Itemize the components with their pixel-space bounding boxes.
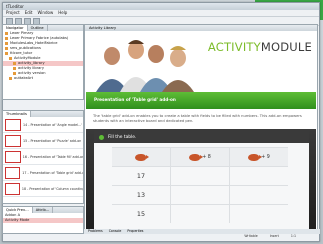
editor-pane: Activity Library ACTIVITYMODULE Presenta… [84, 24, 318, 231]
status-insert: Insert [269, 234, 279, 238]
activity-banner: ACTIVITYMODULE [86, 32, 316, 92]
table-row: 17 [112, 166, 288, 185]
thumbnail-item[interactable]: 16 - Presentation of 'Table fill' add-on [3, 149, 83, 165]
slide-preview [5, 134, 21, 147]
menu-bar: Project Edit Window Help [3, 10, 319, 17]
tab-activity-library[interactable]: Activity Library [89, 26, 116, 30]
table-row: 13 [112, 185, 288, 204]
exercise-header: Fill the table. [94, 131, 309, 143]
menu-window[interactable]: Window [37, 10, 53, 16]
answer-cell[interactable] [229, 186, 288, 204]
folder-icon [5, 31, 8, 35]
editor-tabs: Activity Library [85, 25, 317, 31]
answer-cell[interactable] [229, 167, 288, 185]
answer-cell[interactable] [170, 167, 229, 185]
tab-thumbnails[interactable]: Thumbnails [3, 111, 31, 117]
exercise-card: Fill the table. + 8 + 9 17 13 15 [94, 131, 309, 229]
folder-icon [5, 46, 8, 50]
exercise-stage: Fill the table. + 8 + 9 17 13 15 [86, 129, 316, 229]
exercise-title: Fill the table. [108, 134, 137, 140]
bird-icon [189, 153, 204, 161]
status-position: 1:1 [290, 234, 296, 238]
slide-preview [5, 182, 20, 195]
attribute-item-selected[interactable]: Activity Mode [3, 218, 83, 223]
row-value: 17 [136, 172, 146, 180]
menu-edit[interactable]: Edit [25, 10, 33, 16]
answer-cell[interactable] [170, 205, 229, 223]
slide-preview [5, 118, 21, 131]
header-cell [112, 148, 170, 166]
students-photo [90, 32, 200, 92]
row-value: 15 [136, 210, 146, 218]
window-title: tTLeditor [3, 3, 319, 10]
page-title: Presentation of 'Table grid' add-on [94, 97, 176, 102]
folder-icon [9, 56, 12, 60]
file-icon [13, 66, 16, 70]
header-cell: + 8 [170, 148, 229, 166]
tree-item[interactable]: outtakeArt [3, 76, 83, 81]
file-icon [13, 61, 16, 65]
heading-bar: Presentation of 'Table grid' add-on [86, 92, 316, 109]
intro-text: The 'table grid' add-on enables you to c… [93, 114, 302, 123]
slide-preview [5, 150, 21, 163]
thumbnail-item[interactable]: 14 - Presentation of 'Angle model…' [3, 117, 83, 133]
answer-cell[interactable] [229, 205, 288, 223]
thumbnail-item[interactable]: 18 - Presentation of 'Column counting…' [3, 181, 83, 197]
bullet-icon [99, 134, 104, 140]
activity-module-logo: ACTIVITYMODULE [207, 40, 312, 54]
tab-attributes[interactable]: Attrib… [33, 207, 54, 213]
folder-icon [5, 41, 8, 45]
menu-project[interactable]: Project [6, 10, 20, 16]
bird-icon [248, 153, 263, 161]
header-cell: + 9 [229, 148, 288, 166]
folder-icon [5, 51, 8, 55]
slide-preview [5, 166, 21, 179]
thumbnails-view: Thumbnails 14 - Presentation of 'Angle m… [2, 110, 84, 204]
navigator-view: Navigator Outline Lexer Pimary Lexer Pri… [2, 24, 84, 100]
table-header-row: + 8 + 9 [112, 147, 288, 166]
menu-help[interactable]: Help [58, 10, 67, 16]
status-bar: Writable Insert 1:1 [2, 234, 316, 239]
folder-icon [5, 36, 8, 40]
thumbnail-item[interactable]: 17 - Presentation of 'Table grid' add-on [3, 165, 83, 181]
answer-cell[interactable] [170, 186, 229, 204]
thumbnail-item[interactable]: 15 - Presentation of 'Puzzle' add-on [3, 133, 83, 149]
table-row: 15 [112, 204, 288, 223]
row-value: 13 [136, 191, 146, 199]
left-pane: Navigator Outline Lexer Pimary Lexer Pri… [2, 24, 84, 234]
folder-icon [9, 76, 12, 80]
status-mode: Writable [244, 234, 258, 238]
file-icon [13, 71, 16, 75]
bird-icon [134, 153, 149, 161]
table-grid: + 8 + 9 17 13 15 [112, 147, 288, 223]
attributes-view: Quick Prev… Attrib… Addon A Activity Mod… [2, 206, 84, 234]
